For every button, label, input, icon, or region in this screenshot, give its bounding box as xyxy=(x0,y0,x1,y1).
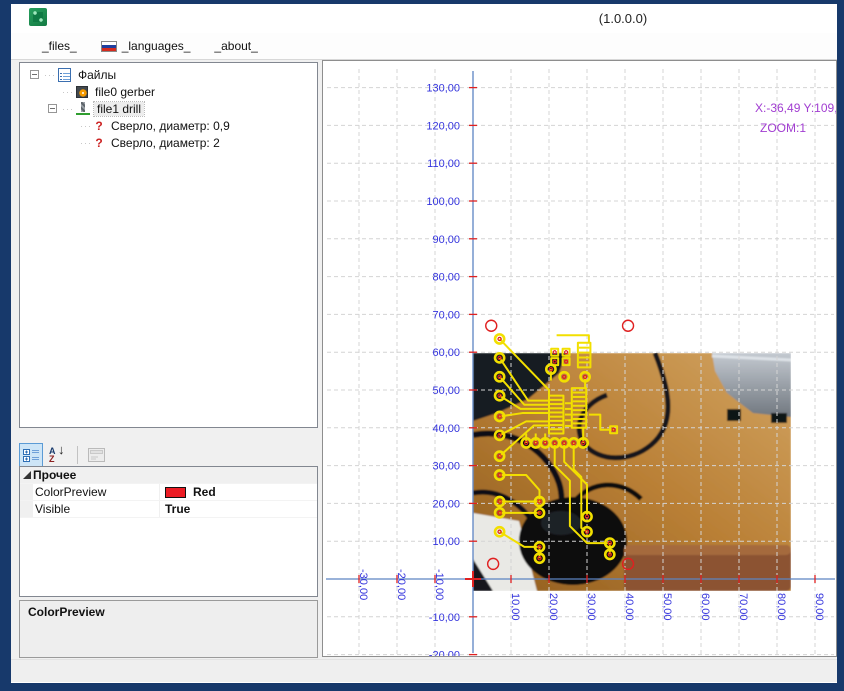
question-icon: ? xyxy=(95,118,103,133)
tree-collapse-box[interactable] xyxy=(30,70,39,79)
property-category-row[interactable]: Прочее xyxy=(20,467,317,484)
svg-text:40,00: 40,00 xyxy=(623,593,635,621)
svg-text:80,00: 80,00 xyxy=(775,593,787,621)
svg-text:40,00: 40,00 xyxy=(432,423,460,435)
status-bar xyxy=(11,659,837,683)
question-icon: ? xyxy=(95,135,103,150)
svg-text:50,00: 50,00 xyxy=(432,385,460,397)
svg-text:80,00: 80,00 xyxy=(432,272,460,284)
svg-text:20,00: 20,00 xyxy=(547,593,559,621)
svg-text:ZOOM:1: ZOOM:1 xyxy=(760,121,806,135)
menu-item-label: _files_ xyxy=(42,39,77,53)
tree-dotted-line: ··· xyxy=(44,69,56,80)
files-list-icon xyxy=(58,67,71,82)
property-value-text: True xyxy=(165,502,191,516)
property-description-title: ColorPreview xyxy=(28,605,105,619)
menu-item-about[interactable]: _about_ xyxy=(205,36,266,56)
tree-item-label: Файлы xyxy=(78,67,117,82)
property-value[interactable]: True xyxy=(160,502,190,516)
tree-item-label: file1 drill xyxy=(92,100,146,117)
svg-text:-10,00: -10,00 xyxy=(429,612,460,624)
tree-item-0[interactable]: ··· Файлы xyxy=(20,66,317,83)
svg-text:10,00: 10,00 xyxy=(509,593,521,621)
tree-item-3[interactable]: ···? Сверло, диаметр: 0,9 xyxy=(20,117,317,134)
tree-item-4[interactable]: ···? Сверло, диаметр: 2 xyxy=(20,134,317,151)
category-collapse-icon[interactable] xyxy=(20,471,33,479)
tree-item-label: Сверло, диаметр: 0,9 xyxy=(111,118,230,133)
svg-text:20,00: 20,00 xyxy=(432,498,460,510)
svg-text:90,00: 90,00 xyxy=(813,593,825,621)
tree-collapse-box[interactable] xyxy=(48,104,57,113)
property-value-text: Red xyxy=(193,485,216,499)
svg-text:110,00: 110,00 xyxy=(427,158,460,170)
svg-text:-30,00: -30,00 xyxy=(357,569,369,600)
svg-text:-20,00: -20,00 xyxy=(395,569,407,600)
window-client-area: (1.0.0.0) _files_ _languages_ _about_ ··· Ф… xyxy=(11,4,837,683)
app-window: (1.0.0.0) _files_ _languages_ _about_ ··· Ф… xyxy=(0,0,844,691)
menu-item-files[interactable]: _files_ xyxy=(33,36,86,56)
tree-dotted-line: ··· xyxy=(80,120,92,131)
toolbar-separator xyxy=(77,446,78,464)
tree-item-label: Сверло, диаметр: 2 xyxy=(111,135,220,150)
az-sort-icon: A Z ↓ xyxy=(49,442,65,464)
window-title: (1.0.0.0) xyxy=(598,11,648,26)
menu-item-label: _about_ xyxy=(214,39,258,53)
svg-text:-10,00: -10,00 xyxy=(433,569,445,600)
app-icon[interactable] xyxy=(29,8,47,26)
property-indent xyxy=(20,484,33,500)
tree-item-1[interactable]: ··· file0 gerber xyxy=(20,83,317,100)
tree-dotted-line: ··· xyxy=(80,137,92,148)
russian-flag-icon xyxy=(100,40,117,52)
property-pages-icon xyxy=(87,448,105,462)
menu-item-label: _languages_ xyxy=(121,39,191,53)
property-pages-button[interactable] xyxy=(84,443,108,467)
alphabetical-button[interactable]: A Z ↓ xyxy=(45,443,69,467)
categorized-icon xyxy=(23,448,39,462)
svg-text:70,00: 70,00 xyxy=(432,309,460,321)
cursor-readout: X:-36,49 Y:109,50 ZOOM:1 xyxy=(755,101,837,135)
svg-text:130,00: 130,00 xyxy=(426,83,460,95)
svg-text:30,00: 30,00 xyxy=(432,461,460,473)
tree-item-2[interactable]: ··· file1 drill xyxy=(20,100,317,117)
property-indent xyxy=(20,501,33,517)
property-name: ColorPreview xyxy=(33,484,160,500)
svg-text:60,00: 60,00 xyxy=(432,347,460,359)
tree-item-label: file0 gerber xyxy=(95,84,156,99)
svg-text:X:-36,49 Y:109,50: X:-36,49 Y:109,50 xyxy=(755,101,837,115)
category-label: Прочее xyxy=(33,468,77,482)
plot-panel[interactable]: 130,00 120,00 110,00 100,00 90,00 80,00 70,00 6… xyxy=(322,60,837,657)
property-grid[interactable]: Прочее ColorPreview Red Visible True xyxy=(19,466,318,597)
svg-text:100,00: 100,00 xyxy=(426,196,460,208)
tree-dotted-line: ··· xyxy=(62,86,74,97)
svg-text:30,00: 30,00 xyxy=(585,593,597,621)
svg-text:90,00: 90,00 xyxy=(432,234,460,246)
svg-text:-20,00: -20,00 xyxy=(429,650,460,657)
svg-text:60,00: 60,00 xyxy=(699,593,711,621)
file-tree-panel[interactable]: ··· Файлы ··· file0 gerber ··· file1 drill ···… xyxy=(19,62,318,428)
plot-canvas[interactable]: 130,00 120,00 110,00 100,00 90,00 80,00 70,00 6… xyxy=(323,61,837,657)
drill-icon xyxy=(76,101,90,116)
gerber-icon xyxy=(76,85,88,98)
menu-bar: _files_ _languages_ _about_ xyxy=(11,33,837,60)
categorized-button[interactable] xyxy=(19,443,43,467)
property-row-ColorPreview[interactable]: ColorPreview Red xyxy=(20,484,317,501)
menu-item-languages[interactable]: _languages_ xyxy=(92,36,200,56)
svg-text:70,00: 70,00 xyxy=(737,593,749,621)
svg-text:120,00: 120,00 xyxy=(426,120,460,132)
property-name: Visible xyxy=(33,501,160,517)
property-grid-toolbar: A Z ↓ xyxy=(19,442,318,468)
property-value[interactable]: Red xyxy=(160,485,216,499)
tree-dotted-line: ··· xyxy=(62,103,74,114)
color-swatch xyxy=(165,486,186,498)
property-description-panel: ColorPreview xyxy=(19,600,318,658)
svg-text:50,00: 50,00 xyxy=(661,593,673,621)
svg-text:10,00: 10,00 xyxy=(432,536,460,548)
title-bar[interactable]: (1.0.0.0) xyxy=(11,4,837,33)
property-row-Visible[interactable]: Visible True xyxy=(20,501,317,518)
